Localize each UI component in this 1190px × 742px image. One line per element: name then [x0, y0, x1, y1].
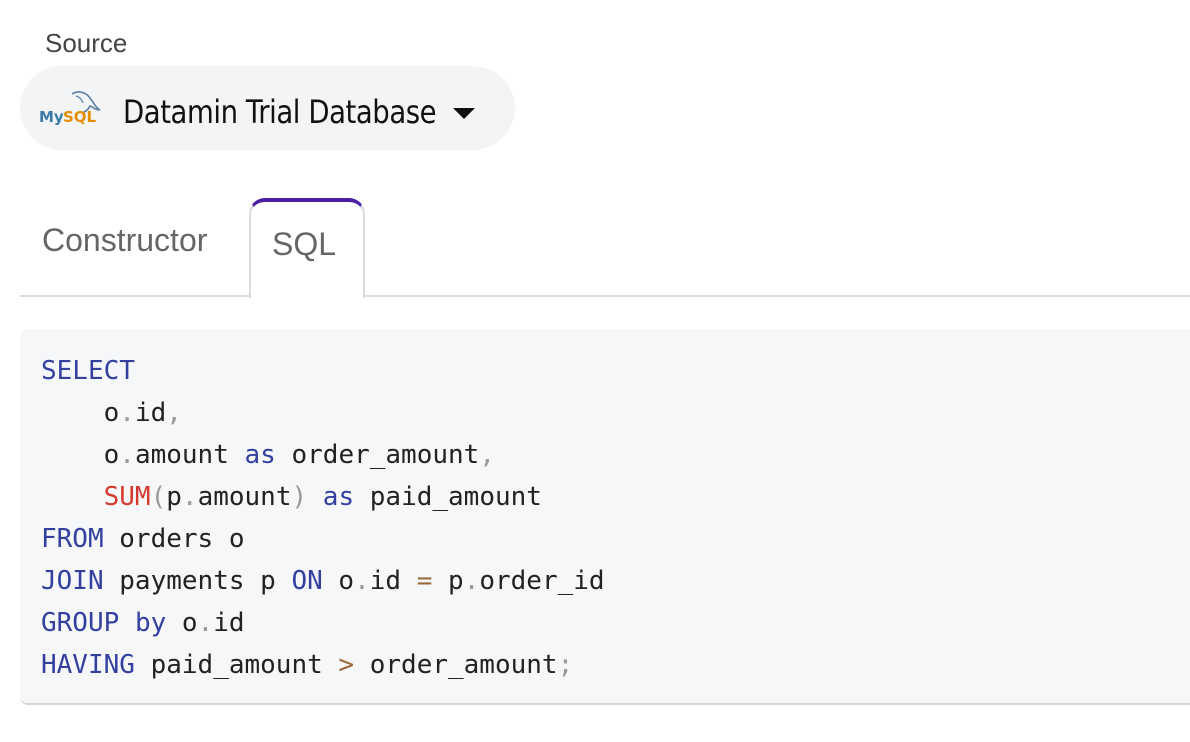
code-token: ,	[479, 440, 495, 470]
code-line: SELECT	[41, 350, 605, 392]
code-token: id	[213, 608, 245, 638]
code-token: id	[134, 398, 167, 428]
svg-text:SQL: SQL	[63, 108, 97, 126]
code-token: o	[166, 608, 198, 638]
code-token: .	[197, 608, 214, 638]
code-token: id	[369, 566, 417, 596]
source-label: Source	[45, 28, 128, 58]
code-token: .	[181, 482, 198, 512]
code-token: orders o	[103, 524, 245, 554]
code-token: o	[41, 440, 120, 470]
code-line: FROM orders o	[41, 518, 605, 560]
code-token: .	[119, 440, 135, 470]
code-token: order_amount	[275, 440, 480, 470]
code-token: o	[41, 398, 120, 428]
code-line: GROUP by o.id	[41, 602, 605, 644]
code-token: by	[134, 608, 167, 638]
tabs-divider	[20, 295, 1190, 297]
code-token: SELECT	[41, 356, 135, 386]
mysql-logo-icon: My SQL	[39, 91, 101, 126]
code-token: (	[150, 482, 167, 512]
code-token: payments p	[103, 566, 292, 596]
code-line: o.amount as order_amount,	[41, 434, 605, 476]
code-token: SUM	[103, 482, 151, 512]
code-token: paid_amount	[134, 650, 339, 680]
code-token: p	[432, 566, 464, 596]
tab-constructor[interactable]: Constructor	[42, 222, 207, 259]
code-token: order_id	[479, 566, 605, 596]
code-line: JOIN payments p ON o.id = p.order_id	[41, 560, 605, 602]
code-token: ,	[166, 398, 182, 428]
code-token: amount	[197, 482, 292, 512]
code-line: SUM(p.amount) as paid_amount	[41, 476, 605, 518]
code-token: ON	[291, 566, 323, 596]
code-token: GROUP	[41, 608, 120, 638]
code-token: .	[463, 566, 480, 596]
code-token: paid_amount	[354, 482, 542, 512]
code-token: ;	[557, 650, 574, 680]
code-token: =	[416, 566, 433, 596]
code-line: HAVING paid_amount > order_amount;	[41, 644, 605, 686]
code-token: .	[354, 566, 370, 596]
code-token: .	[119, 398, 135, 428]
tab-sql[interactable]: SQL	[272, 226, 336, 263]
code-token: )	[291, 482, 308, 512]
svg-text:My: My	[39, 108, 64, 126]
source-selected-value: Datamin Trial Database	[123, 93, 437, 131]
code-line: o.id,	[41, 392, 605, 434]
code-token: FROM	[41, 524, 104, 554]
code-token: o	[322, 566, 355, 596]
sql-code[interactable]: SELECT o.id, o.amount as order_amount, S…	[41, 350, 605, 686]
code-token: as	[322, 482, 355, 512]
chevron-down-icon[interactable]	[453, 108, 475, 119]
code-token: HAVING	[41, 650, 135, 680]
code-token: order_amount	[354, 650, 558, 680]
code-token: JOIN	[41, 566, 104, 596]
code-token: as	[244, 440, 276, 470]
code-token: p	[166, 482, 182, 512]
code-token: amount	[134, 440, 245, 470]
code-token: >	[338, 650, 355, 680]
query-editor: Source My SQL Datamin Trial Database Con…	[0, 0, 1190, 742]
